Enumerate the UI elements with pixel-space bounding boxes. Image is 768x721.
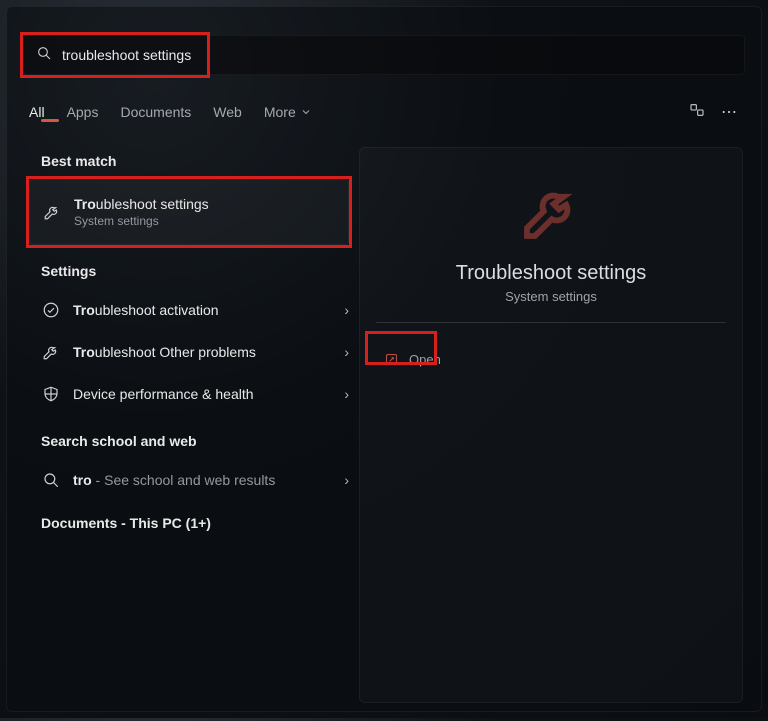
preview-card: Troubleshoot settings System settings Op… bbox=[359, 147, 743, 703]
chevron-right-icon: › bbox=[344, 302, 349, 318]
tab-apps[interactable]: Apps bbox=[67, 104, 99, 120]
result-title: tro - See school and web results bbox=[73, 472, 275, 488]
result-troubleshoot-activation[interactable]: Troubleshoot activation › bbox=[29, 289, 359, 331]
chevron-right-icon: › bbox=[344, 386, 349, 402]
tab-more[interactable]: More bbox=[264, 104, 312, 120]
chevron-right-icon: › bbox=[344, 344, 349, 360]
tab-web[interactable]: Web bbox=[213, 104, 242, 120]
main: Best match Troubleshoot settings System … bbox=[7, 147, 761, 721]
result-title: Troubleshoot activation bbox=[73, 302, 219, 318]
more-options-button[interactable]: ⋯ bbox=[721, 102, 739, 122]
annotation-highlight bbox=[365, 331, 437, 365]
result-web-search[interactable]: tro - See school and web results › bbox=[29, 459, 359, 501]
shield-icon bbox=[41, 384, 61, 404]
tab-more-label: More bbox=[264, 104, 296, 120]
tab-documents[interactable]: Documents bbox=[120, 104, 191, 120]
documents-header: Documents - This PC (1+) bbox=[41, 515, 359, 531]
divider bbox=[376, 322, 726, 323]
tabs: All Apps Documents Web More ⋯ bbox=[29, 97, 739, 127]
preview-subtitle: System settings bbox=[376, 289, 726, 304]
wrench-icon bbox=[515, 176, 587, 248]
result-title: Troubleshoot settings bbox=[74, 196, 209, 212]
result-troubleshoot-settings[interactable]: Troubleshoot settings System settings bbox=[29, 179, 349, 245]
active-tab-underline bbox=[41, 119, 59, 122]
settings-header: Settings bbox=[41, 263, 359, 279]
split-view-icon[interactable] bbox=[689, 102, 705, 123]
preview-column: Troubleshoot settings System settings Op… bbox=[359, 147, 761, 721]
search-icon bbox=[41, 470, 61, 490]
wrench-icon bbox=[42, 202, 62, 222]
best-match-wrap: Troubleshoot settings System settings bbox=[29, 179, 349, 245]
wrench-icon bbox=[41, 342, 61, 362]
check-circle-icon bbox=[41, 300, 61, 320]
result-title: Troubleshoot Other problems bbox=[73, 344, 256, 360]
chevron-right-icon: › bbox=[344, 472, 349, 488]
preview-title: Troubleshoot settings bbox=[376, 262, 726, 285]
chevron-down-icon bbox=[300, 106, 312, 118]
best-match-header: Best match bbox=[41, 153, 359, 169]
tabs-right: ⋯ bbox=[689, 102, 739, 123]
search-web-header: Search school and web bbox=[41, 433, 359, 449]
search-icon bbox=[36, 45, 52, 66]
result-subtitle: System settings bbox=[74, 214, 209, 228]
results-column: Best match Troubleshoot settings System … bbox=[7, 147, 359, 721]
tab-all[interactable]: All bbox=[29, 104, 45, 120]
search-input[interactable] bbox=[62, 47, 732, 63]
result-title: Device performance & health bbox=[73, 386, 254, 402]
search-row bbox=[23, 35, 745, 75]
start-search-window: All Apps Documents Web More ⋯ Best match bbox=[6, 6, 762, 712]
result-troubleshoot-other[interactable]: Troubleshoot Other problems › bbox=[29, 331, 359, 373]
result-device-performance[interactable]: Device performance & health › bbox=[29, 373, 359, 415]
search-box[interactable] bbox=[23, 35, 745, 75]
